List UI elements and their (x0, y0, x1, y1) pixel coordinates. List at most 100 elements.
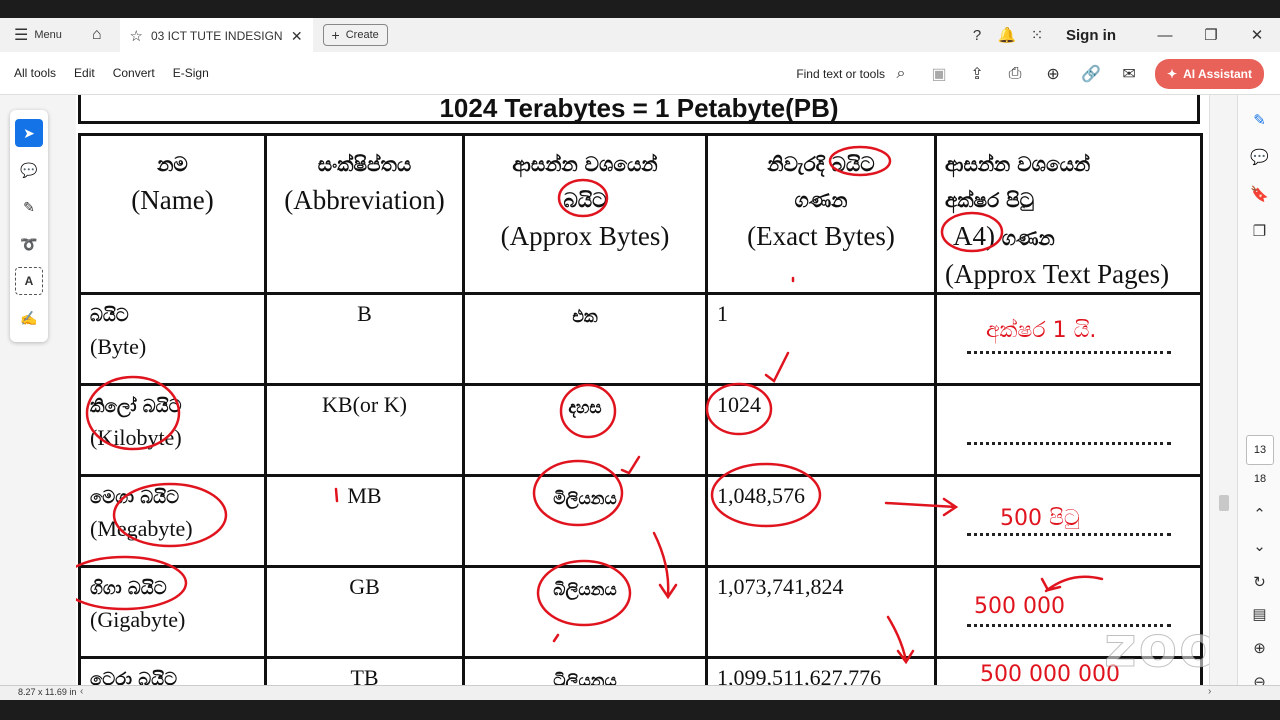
text-select-icon[interactable]: A (15, 267, 43, 295)
toolbar-item-all-tools[interactable]: All tools (14, 66, 56, 80)
current-page-number[interactable]: 13 (1246, 435, 1274, 465)
left-rail: ➤ 💬 ✎ ➰ A ✍ (0, 95, 76, 685)
document-viewport[interactable]: 1024 Terabytes = 1 Petabyte(PB) නම (Name… (76, 95, 1209, 685)
cell-exact: 1,048,576 (705, 474, 937, 568)
cell-approx: දහස (462, 383, 708, 477)
col-header-abbreviation: සංක්ෂිප්තය (Abbreviation) (264, 133, 465, 295)
cell-approx: බිලියනය (462, 565, 708, 659)
total-pages: 18 (1253, 473, 1267, 485)
toolbar-item-convert[interactable]: Convert (113, 66, 155, 80)
find-text-button[interactable]: Find text or tools (796, 67, 885, 81)
doc-tab-title: 03 ICT TUTE INDESIGN ... (151, 29, 283, 43)
cell-pages (934, 292, 1203, 386)
search-doc-icon[interactable]: ⊕ (1041, 64, 1065, 84)
close-tab-icon[interactable]: ✕ (291, 28, 303, 45)
cell-abbr: TB (264, 656, 465, 685)
plus-icon: + (331, 27, 340, 43)
mail-icon[interactable]: ✉ (1117, 64, 1141, 84)
table-row: මෙගා බයිට (Megabyte) MB මිලියනය 1,048,576 (78, 474, 1203, 568)
print-icon[interactable]: ⎙ (1003, 65, 1027, 83)
ai-icon: ✦ (1167, 66, 1178, 81)
cell-name: ටෙරා බයිට (78, 656, 267, 685)
bookmark-icon[interactable]: 🔖 (1238, 175, 1280, 212)
ai-assistant-label: AI Assistant (1183, 66, 1252, 81)
comment-icon[interactable]: 💬 (1238, 138, 1280, 175)
sign-in-button[interactable]: Sign in (1066, 27, 1116, 44)
right-rail: ✎ 💬 🔖 ❐ 13 18 ⌃ ⌄ ↻ ▤ ⊕ ⊖ (1237, 95, 1280, 691)
edit-pdf-icon[interactable]: ✎ (1238, 101, 1280, 138)
dotted-blank (967, 533, 1171, 536)
sign-tool-icon[interactable]: ✍ (15, 304, 43, 332)
cell-name: ගිගා බයිට (Gigabyte) (78, 565, 267, 659)
home-icon: ⌂ (91, 26, 102, 43)
cell-approx: ට්‍රිලියනය (462, 656, 708, 685)
scroll-left-icon[interactable]: ‹ (80, 686, 83, 697)
cell-approx: එක (462, 292, 708, 386)
help-icon[interactable]: ? (962, 27, 992, 44)
ai-assistant-button[interactable]: ✦ AI Assistant (1155, 58, 1264, 89)
table-row: කිලෝ බයිට (Kilobyte) KB(or K) දහස 1024 (78, 383, 1203, 477)
cell-exact: 1,073,741,824 (705, 565, 937, 659)
page-thumbnail-icon[interactable]: ▤ (1238, 605, 1280, 623)
upload-icon[interactable]: ⇪ (965, 64, 989, 84)
zoom-in-icon[interactable]: ⊕ (1238, 639, 1280, 657)
minimize-icon[interactable]: — (1142, 27, 1188, 44)
rotate-icon[interactable]: ↻ (1238, 573, 1280, 591)
close-window-icon[interactable]: ✕ (1234, 26, 1280, 44)
scrollbar-thumb[interactable] (1219, 495, 1229, 511)
restore-icon[interactable]: ❐ (1188, 26, 1234, 44)
menu-button[interactable]: ☰ Menu (14, 25, 62, 45)
home-button[interactable]: ⌂ (92, 26, 102, 44)
create-button[interactable]: + Create (322, 24, 388, 46)
scroll-right-icon[interactable]: › (1208, 686, 1211, 697)
col-header-approx-pages: ආසන්න වශයෙන් අක්ෂර පිටු A4) ගණන (Approx … (934, 133, 1203, 295)
copy-pages-icon[interactable]: ❐ (1238, 212, 1280, 249)
hamburger-icon: ☰ (14, 27, 29, 44)
cell-exact: 1024 (705, 383, 937, 477)
chevron-down-icon[interactable]: ⌄ (1238, 537, 1280, 555)
toolbar-item-edit[interactable]: Edit (74, 66, 95, 80)
highlight-pen-icon[interactable]: ✎ (15, 193, 43, 221)
col-header-exact-bytes: නිවැරදි බයිට ගණන (Exact Bytes) (705, 133, 937, 295)
col-header-name: නම (Name) (78, 133, 267, 295)
toolbar: All tools Edit Convert E-Sign Find text … (0, 52, 1280, 95)
page-header-line: 1024 Terabytes = 1 Petabyte(PB) (78, 95, 1200, 124)
cell-abbr: MB (264, 474, 465, 568)
cell-pages (934, 383, 1203, 477)
dotted-blank (967, 351, 1171, 354)
table-row: බයිට (Byte) B එක 1 (78, 292, 1203, 386)
cell-name: මෙගා බයිට (Megabyte) (78, 474, 267, 568)
tab-document[interactable]: ☆ 03 ICT TUTE INDESIGN ... ✕ (119, 18, 313, 52)
draw-freehand-icon[interactable]: ➰ (15, 230, 43, 258)
title-strip (0, 0, 1280, 18)
toolbar-right: Find text or tools ⌕ ▣ ⇪ ⎙ ⊕ 🔗 ✉ ✦ AI As… (796, 52, 1264, 95)
search-icon[interactable]: ⌕ (889, 65, 913, 83)
chevron-up-icon[interactable]: ⌃ (1238, 505, 1280, 523)
cell-approx: මිලියනය (462, 474, 708, 568)
vertical-scrollbar[interactable] (1209, 95, 1237, 685)
tab-bar: ☰ Menu ⌂ ☆ 03 ICT TUTE INDESIGN ... ✕ + … (0, 18, 1280, 52)
col-header-approx-bytes: ආසන්න වශයෙන් බයිට (Approx Bytes) (462, 133, 708, 295)
status-bar: 8.27 x 11.69 in ‹ › (0, 685, 1280, 700)
cell-exact: 1 (705, 292, 937, 386)
table-row: ටෙරා බයිට TB ට්‍රිලියනය 1,099,511,627,77… (78, 656, 1203, 685)
select-tool-icon[interactable]: ➤ (15, 119, 43, 147)
data-units-table: නම (Name) සංක්ෂිප්තය (Abbreviation) ආසන්… (78, 133, 1203, 685)
cell-abbr: GB (264, 565, 465, 659)
comment-tool-icon[interactable]: 💬 (15, 156, 43, 184)
acrobat-window: ☰ Menu ⌂ ☆ 03 ICT TUTE INDESIGN ... ✕ + … (0, 0, 1280, 720)
page-size-label: 8.27 x 11.69 in (18, 687, 77, 697)
a4-label: A4) (953, 221, 995, 251)
menu-label: Menu (34, 29, 62, 41)
link-icon[interactable]: 🔗 (1079, 64, 1103, 84)
tabbar-right: ? 🔔 ⁙ Sign in — ❐ ✕ (962, 18, 1280, 52)
star-icon[interactable]: ☆ (130, 27, 143, 45)
bottom-strip (0, 700, 1280, 720)
dotted-blank (967, 442, 1171, 445)
pdf-page: 1024 Terabytes = 1 Petabyte(PB) නම (Name… (76, 95, 1209, 685)
notifications-icon[interactable]: 🔔 (992, 26, 1022, 44)
apps-grid-icon[interactable]: ⁙ (1022, 26, 1052, 44)
toolbar-item-esign[interactable]: E-Sign (173, 66, 209, 80)
save-icon[interactable]: ▣ (927, 64, 951, 84)
cell-pages (934, 474, 1203, 568)
